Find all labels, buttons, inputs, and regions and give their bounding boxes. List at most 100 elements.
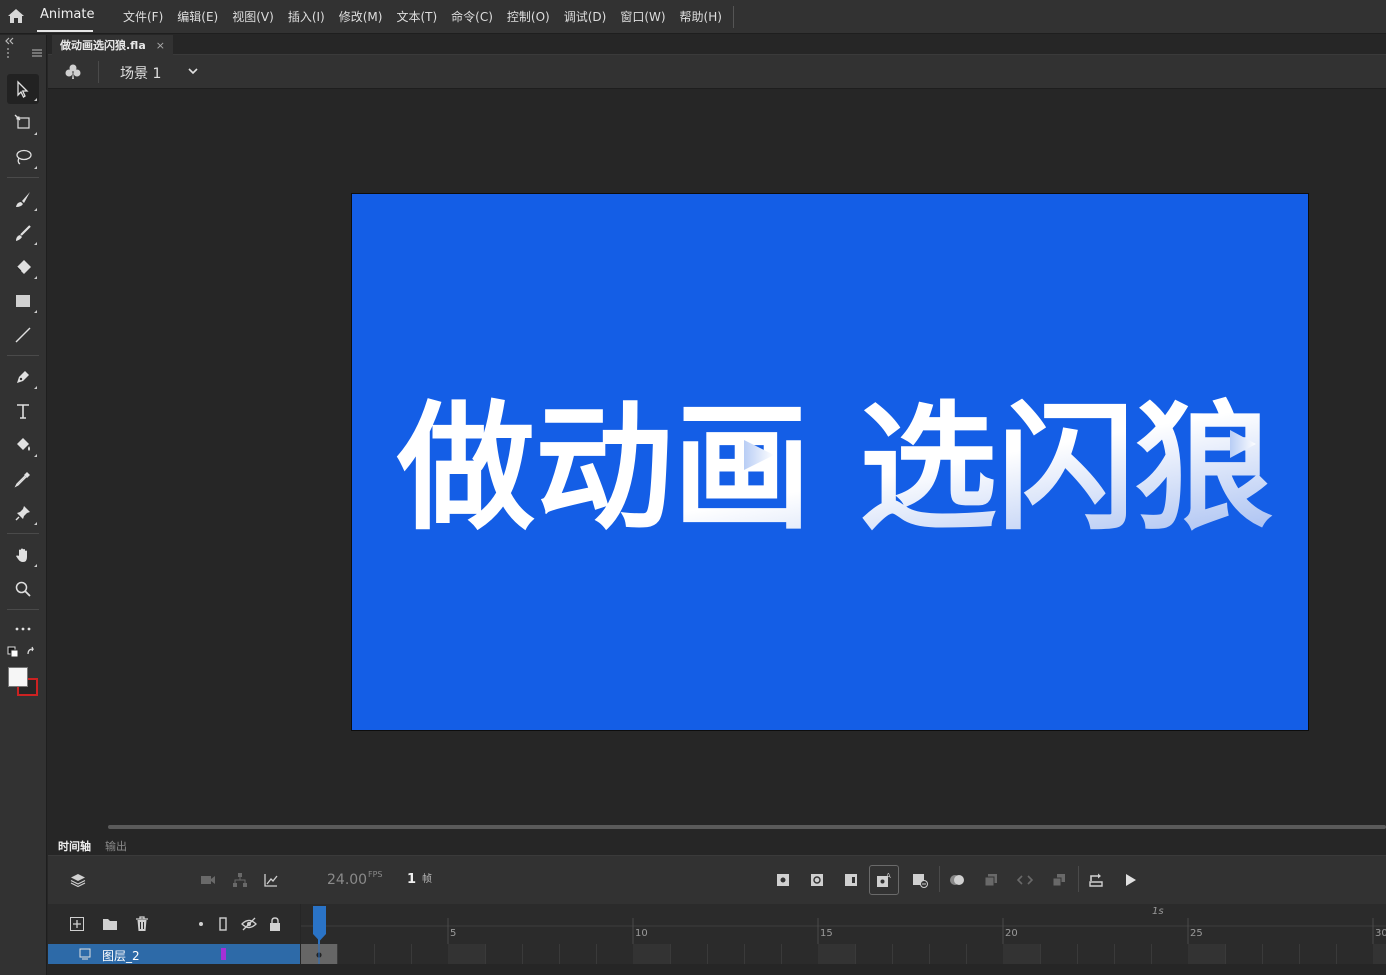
more-icon: [15, 627, 31, 631]
remove-frame-button[interactable]: [908, 868, 932, 892]
insert-blank-keyframe-button[interactable]: [805, 868, 829, 892]
line-tool[interactable]: [7, 320, 39, 350]
lasso-tool[interactable]: [7, 142, 39, 172]
frame-unit: 帧: [422, 874, 432, 885]
layer-parenting-icon: [233, 873, 247, 887]
edit-symbols-icon[interactable]: [64, 63, 82, 81]
create-tween-button[interactable]: [1047, 868, 1071, 892]
layer-parenting-button[interactable]: [228, 868, 252, 892]
layer-frames[interactable]: [301, 944, 1386, 964]
loop-marker-button[interactable]: [1013, 868, 1037, 892]
text-icon: [17, 404, 29, 419]
paint-bucket-tool[interactable]: [7, 430, 39, 460]
toolbar-divider: [939, 866, 940, 892]
insert-frame-button[interactable]: [839, 868, 863, 892]
play-button[interactable]: [1118, 868, 1142, 892]
text-tool[interactable]: [7, 396, 39, 426]
hand-tool[interactable]: [7, 540, 39, 570]
menu-commands[interactable]: 命令(C): [444, 0, 500, 34]
swap-colors-icon[interactable]: [26, 646, 38, 658]
new-folder-button[interactable]: [98, 912, 122, 936]
stage-canvas[interactable]: 做动画 选闪狼: [351, 193, 1309, 731]
home-icon[interactable]: [6, 7, 26, 25]
paint-bucket-icon: [17, 438, 30, 451]
lock-icon: [270, 917, 280, 931]
zoom-tool[interactable]: [7, 574, 39, 604]
menu-help[interactable]: 帮助(H): [673, 0, 729, 34]
graph-button[interactable]: [259, 868, 283, 892]
blank-keyframe-icon: [811, 874, 823, 886]
eyedropper-tool[interactable]: [7, 464, 39, 494]
rectangle-tool[interactable]: [7, 286, 39, 316]
menu-window[interactable]: 窗口(W): [613, 0, 672, 34]
selection-tool[interactable]: [7, 74, 39, 104]
headline-text: 做动画 选闪狼: [396, 388, 1273, 549]
tool-flyout-indicator: [34, 98, 37, 101]
document-tabs: 做动画选闪狼.fla ×: [48, 35, 1386, 55]
panel-menu-icon[interactable]: [32, 49, 42, 57]
layer-name[interactable]: 图层_2: [102, 947, 140, 964]
camera-button[interactable]: [196, 868, 220, 892]
ruler-number: 30: [1375, 928, 1386, 939]
layer-controls-header: [48, 904, 300, 944]
onion-skin-button[interactable]: [945, 868, 969, 892]
menu-file[interactable]: 文件(F): [116, 0, 170, 34]
document-tab-title: 做动画选闪狼.fla: [60, 39, 146, 52]
pen-tool[interactable]: [7, 362, 39, 392]
tool-flyout-indicator: [34, 522, 37, 525]
layer-color-indicator[interactable]: [221, 948, 226, 960]
default-colors-icon[interactable]: [7, 646, 19, 658]
more-tools-button[interactable]: [7, 614, 39, 644]
document-tab[interactable]: 做动画选闪狼.fla ×: [52, 35, 173, 55]
menu-debug[interactable]: 调试(D): [557, 0, 614, 34]
brush-tool[interactable]: [7, 218, 39, 248]
chevron-down-icon[interactable]: [186, 64, 200, 78]
insert-keyframe-button[interactable]: [771, 868, 795, 892]
app-name[interactable]: Animate: [40, 7, 94, 22]
scene-label[interactable]: 场景 1: [120, 63, 161, 83]
menu-view[interactable]: 视图(V): [225, 0, 281, 34]
tool-divider: [7, 609, 39, 610]
lock-toggle[interactable]: [263, 912, 287, 936]
horizontal-scrollbar[interactable]: [108, 825, 1386, 829]
delete-layer-button[interactable]: [130, 912, 154, 936]
tab-timeline[interactable]: 时间轴: [58, 838, 91, 854]
lasso-icon: [16, 149, 32, 165]
tool-flyout-indicator: [34, 208, 37, 211]
menu-modify[interactable]: 修改(M): [332, 0, 390, 34]
layer-row[interactable]: 图层_2: [48, 944, 300, 964]
pin-icon: [15, 506, 30, 521]
tab-output[interactable]: 输出: [105, 838, 127, 854]
trash-icon: [136, 916, 148, 931]
collapse-panel-icon[interactable]: [4, 37, 14, 45]
highlight-layer-toggle[interactable]: [189, 912, 213, 936]
menu-text[interactable]: 文本(T): [389, 0, 444, 34]
frame-ruler[interactable]: 5 10 15 20 25 30 1s: [301, 904, 1386, 944]
panel-grip-icon[interactable]: [6, 47, 10, 59]
ruler-seconds-marker: 1s: [1152, 906, 1164, 917]
close-tab-icon[interactable]: ×: [156, 39, 165, 52]
folder-icon: [103, 919, 117, 930]
loop-playback-button[interactable]: [1084, 868, 1108, 892]
auto-keyframe-button[interactable]: A: [869, 865, 899, 895]
current-frame-value[interactable]: 1: [407, 872, 416, 887]
new-layer-button[interactable]: [65, 912, 89, 936]
tools-panel: [0, 35, 47, 975]
layers-toggle[interactable]: [66, 868, 90, 892]
paint-brush-tool[interactable]: [7, 184, 39, 214]
add-layer-icon: [70, 917, 84, 931]
visibility-toggle[interactable]: [237, 912, 261, 936]
tool-flyout-indicator: [34, 276, 37, 279]
menu-edit[interactable]: 编辑(E): [170, 0, 225, 34]
auto-keyframe-icon: A: [877, 872, 891, 887]
edit-multiple-frames-button[interactable]: [979, 868, 1003, 892]
outline-toggle[interactable]: [211, 912, 235, 936]
eraser-tool[interactable]: [7, 252, 39, 282]
free-transform-tool[interactable]: [7, 108, 39, 138]
fill-color-swatch[interactable]: [8, 667, 28, 687]
menu-control[interactable]: 控制(O): [500, 0, 557, 34]
menu-insert[interactable]: 插入(I): [281, 0, 332, 34]
fps-value[interactable]: 24.00: [327, 872, 367, 888]
app-tab-indicator: [37, 30, 93, 32]
pin-tool[interactable]: [7, 498, 39, 528]
